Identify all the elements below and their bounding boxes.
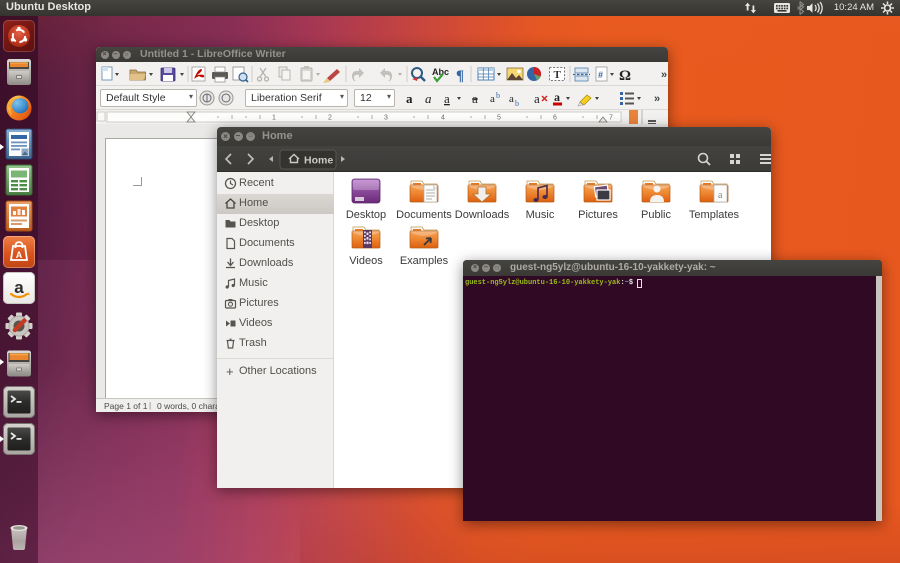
svg-text:»: »	[654, 93, 660, 105]
svg-text:T: T	[554, 69, 562, 81]
svg-text:5: 5	[497, 115, 501, 122]
svg-text:a: a	[14, 278, 24, 297]
svg-text:b: b	[515, 99, 519, 108]
svg-text:1: 1	[272, 115, 276, 122]
svg-text:a: a	[425, 91, 432, 106]
svg-text:b: b	[496, 91, 500, 100]
svg-text:a: a	[534, 91, 540, 106]
svg-text:Ω: Ω	[619, 68, 631, 84]
svg-text:#: #	[598, 70, 603, 80]
svg-text:»: »	[661, 69, 667, 81]
svg-text:Home: Home	[304, 155, 333, 167]
svg-text:7: 7	[609, 115, 613, 122]
svg-text:a: a	[472, 91, 478, 106]
svg-text:2: 2	[328, 115, 332, 122]
svg-text:4: 4	[441, 115, 445, 122]
svg-text:a: a	[444, 91, 450, 106]
svg-text:a: a	[509, 93, 514, 105]
svg-text:a: a	[490, 93, 495, 105]
svg-text:A: A	[16, 250, 23, 260]
svg-text:¶: ¶	[456, 68, 464, 84]
svg-text:3: 3	[384, 115, 388, 122]
svg-text:a: a	[718, 190, 723, 201]
svg-text:a: a	[554, 90, 560, 104]
svg-text:6: 6	[553, 115, 557, 122]
svg-text:a: a	[406, 91, 413, 106]
